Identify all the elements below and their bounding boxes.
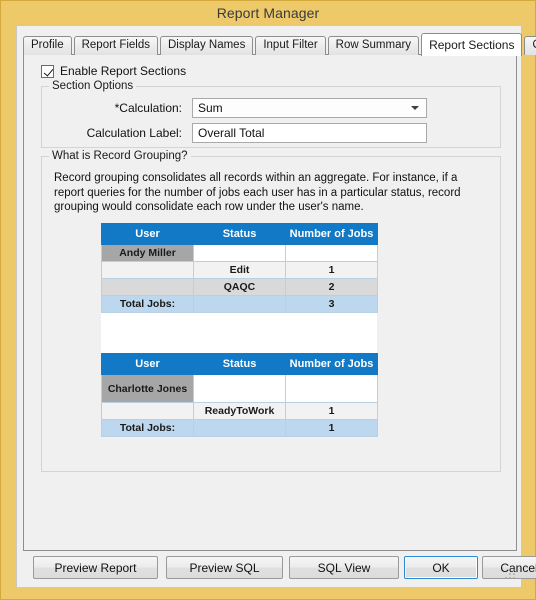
tab-report-fields[interactable]: Report Fields bbox=[73, 36, 158, 55]
example-table-1: User Status Number of Jobs Andy Miller E… bbox=[101, 223, 378, 313]
tab-output-style[interactable]: Output Style bbox=[524, 36, 536, 55]
column-header-user: User bbox=[101, 353, 194, 375]
example-table-2: User Status Number of Jobs Charlotte Jon… bbox=[101, 353, 378, 437]
title-bar: Report Manager bbox=[1, 1, 535, 25]
record-grouping-description: Record grouping consolidates all records… bbox=[54, 172, 461, 213]
tab-report-sections[interactable]: Report Sections bbox=[421, 33, 523, 56]
dialog-button-bar: Preview Report Preview SQL SQL View OK C… bbox=[23, 556, 536, 580]
table-header-row: User Status Number of Jobs bbox=[101, 353, 378, 375]
cell-total-label: Total Jobs: bbox=[101, 295, 194, 313]
record-grouping-title: What is Record Grouping? bbox=[49, 150, 191, 162]
tab-label: Profile bbox=[31, 39, 64, 52]
calculation-label-input[interactable]: Overall Total bbox=[192, 123, 427, 143]
preview-sql-label: Preview SQL bbox=[189, 560, 260, 575]
ok-button[interactable]: OK bbox=[404, 556, 478, 579]
calculation-label-value: Overall Total bbox=[198, 126, 265, 140]
cell-total-label: Total Jobs: bbox=[101, 419, 194, 437]
column-header-status: Status bbox=[193, 353, 286, 375]
tab-label: Row Summary bbox=[335, 39, 412, 52]
tab-label: Input Filter bbox=[263, 39, 318, 52]
section-options-group: Section Options *Calculation: Sum Calcul… bbox=[41, 80, 501, 148]
tab-profile[interactable]: Profile bbox=[23, 36, 72, 55]
cell-total-jobs: 1 bbox=[285, 419, 378, 437]
table-row: Edit 1 bbox=[101, 261, 378, 279]
column-header-user: User bbox=[101, 223, 194, 245]
enable-report-sections-label: Enable Report Sections bbox=[60, 64, 187, 78]
calculation-select[interactable]: Sum bbox=[192, 98, 427, 118]
table-row: ReadyToWork 1 bbox=[101, 402, 378, 420]
cell-status bbox=[193, 419, 286, 437]
tab-page-report-sections: Enable Report Sections Section Options *… bbox=[23, 54, 517, 551]
window-title: Report Manager bbox=[216, 5, 320, 21]
preview-report-label: Preview Report bbox=[54, 560, 137, 575]
calculation-label: *Calculation: bbox=[114, 101, 182, 115]
cell-user: Charlotte Jones bbox=[101, 374, 194, 403]
cell-jobs bbox=[285, 374, 378, 403]
tab-input-filter[interactable]: Input Filter bbox=[255, 36, 326, 55]
ok-label: OK bbox=[432, 560, 450, 575]
table-header-row: User Status Number of Jobs bbox=[101, 223, 378, 245]
cell-user bbox=[101, 261, 194, 279]
sql-view-button[interactable]: SQL View bbox=[289, 556, 399, 579]
resize-grip[interactable] bbox=[505, 569, 517, 581]
cell-jobs: 1 bbox=[285, 261, 378, 279]
column-header-number-of-jobs: Number of Jobs bbox=[285, 223, 378, 245]
cell-status bbox=[193, 374, 286, 403]
preview-report-button[interactable]: Preview Report bbox=[33, 556, 158, 579]
preview-sql-button[interactable]: Preview SQL bbox=[166, 556, 283, 579]
cell-jobs: 1 bbox=[285, 402, 378, 420]
calculation-label-label: Calculation Label: bbox=[86, 126, 182, 140]
sql-view-label: SQL View bbox=[317, 560, 371, 575]
section-options-title: Section Options bbox=[49, 80, 137, 92]
calculation-value: Sum bbox=[198, 101, 223, 115]
tab-label: Report Fields bbox=[81, 39, 150, 52]
tab-label: Output Style bbox=[532, 40, 536, 52]
cell-user bbox=[101, 278, 194, 296]
cell-status: ReadyToWork bbox=[193, 402, 286, 420]
tab-label: Report Sections bbox=[429, 38, 515, 52]
cell-status bbox=[193, 295, 286, 313]
record-grouping-examples: User Status Number of Jobs Andy Miller E… bbox=[101, 223, 378, 437]
report-manager-window: Report Manager Profile Report Fields Dis… bbox=[0, 0, 536, 600]
cell-status bbox=[193, 244, 286, 262]
enable-report-sections-row[interactable]: Enable Report Sections bbox=[41, 64, 186, 78]
cell-status: Edit bbox=[193, 261, 286, 279]
cell-user: Andy Miller bbox=[101, 244, 194, 262]
table-total-row: Total Jobs: 1 bbox=[101, 419, 378, 437]
table-row: QAQC 2 bbox=[101, 278, 378, 296]
table-total-row: Total Jobs: 3 bbox=[101, 295, 378, 313]
column-header-status: Status bbox=[193, 223, 286, 245]
chevron-down-icon bbox=[411, 106, 419, 110]
tab-row-summary[interactable]: Row Summary bbox=[327, 36, 420, 55]
record-grouping-group: What is Record Grouping? Record grouping… bbox=[41, 150, 501, 472]
cell-total-jobs: 3 bbox=[285, 295, 378, 313]
table-row: Andy Miller bbox=[101, 244, 378, 262]
table-separator bbox=[101, 313, 377, 353]
cell-jobs bbox=[285, 244, 378, 262]
dialog-client-area: Profile Report Fields Display Names Inpu… bbox=[16, 25, 536, 587]
column-header-number-of-jobs: Number of Jobs bbox=[285, 353, 378, 375]
cell-jobs: 2 bbox=[285, 278, 378, 296]
tab-display-names[interactable]: Display Names bbox=[160, 36, 254, 55]
tab-strip: Profile Report Fields Display Names Inpu… bbox=[23, 33, 536, 56]
cell-user bbox=[101, 402, 194, 420]
tab-label: Display Names bbox=[168, 39, 246, 52]
cell-status: QAQC bbox=[193, 278, 286, 296]
table-row: Charlotte Jones bbox=[101, 374, 378, 403]
checkbox-icon[interactable] bbox=[41, 64, 54, 78]
